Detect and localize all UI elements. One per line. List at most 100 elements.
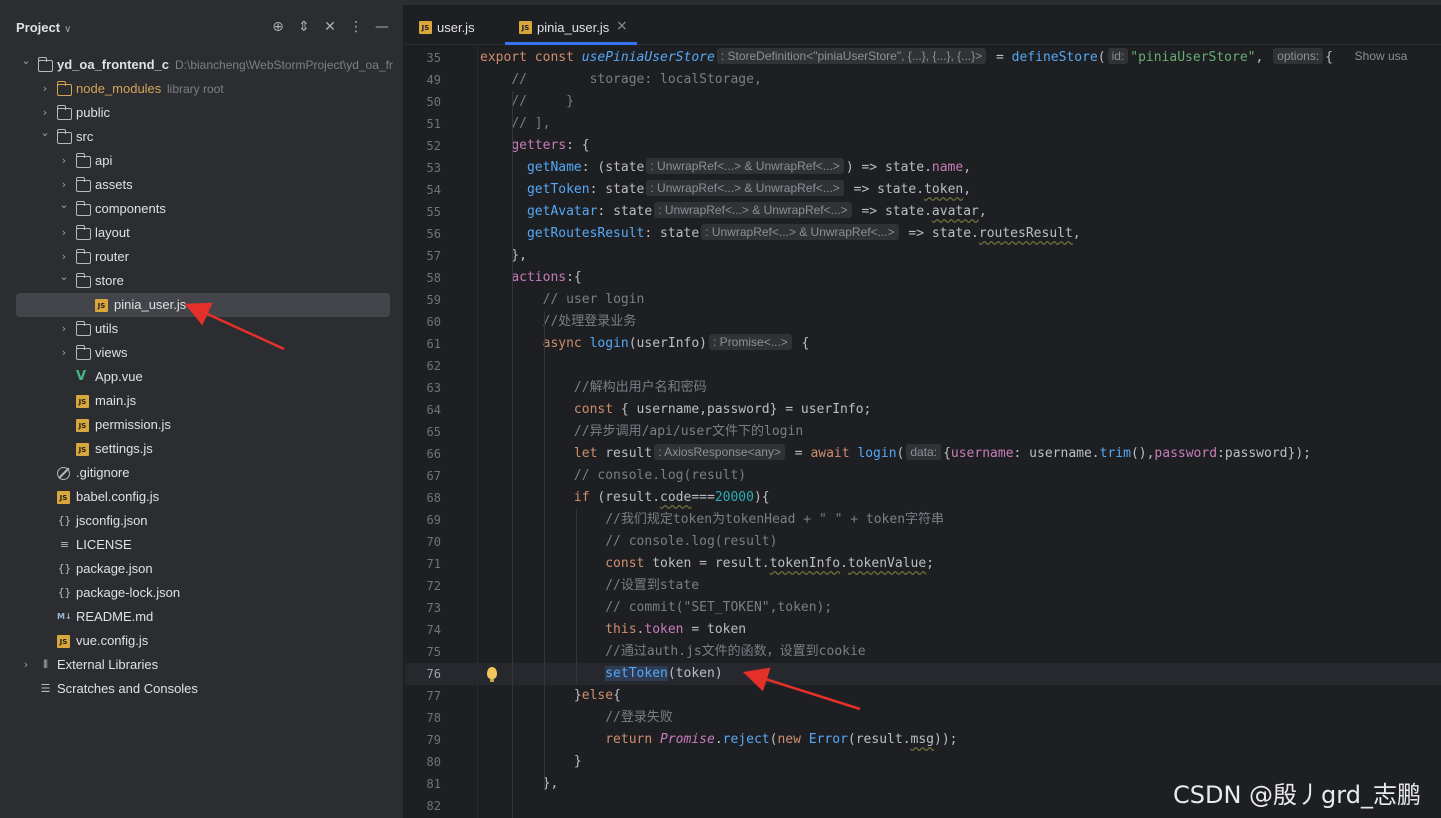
code-line[interactable]: 79 return Promise.reject(new Error(resul… [405,729,1441,751]
code-line[interactable]: 80 } [405,751,1441,773]
code-text: getters: { [511,138,590,153]
tab-user-js[interactable]: JS user.js [417,5,505,45]
code-line[interactable]: 51 // ], [405,113,1441,135]
tree-item[interactable]: › views [0,341,403,365]
code-text: //我们规定token为tokenHead + " " + token字符串 [605,512,945,527]
code-line[interactable]: 61 async login(userInfo): Promise<...> { [405,333,1441,355]
code-line[interactable]: 75 //通过auth.js文件的函数，设置到cookie [405,641,1441,663]
code-line[interactable]: 72 //设置到state [405,575,1441,597]
hide-panel-icon[interactable]: — [373,18,391,36]
tree-item[interactable]: JS settings.js [0,437,403,461]
tree-item[interactable]: JS permission.js [0,413,403,437]
tree-item[interactable]: › utils [0,317,403,341]
line-number: 81 [426,777,441,791]
code-line[interactable]: 64 const { username,password} = userInfo… [405,399,1441,421]
chevron-right-icon[interactable]: › [39,106,51,120]
code-line[interactable]: 50 // } [405,91,1441,113]
tree-item[interactable]: {} jsconfig.json [0,509,403,533]
project-title: Project [16,20,61,35]
folder-icon [56,81,72,96]
code-line[interactable]: 58 actions:{ [405,267,1441,289]
tree-item[interactable]: ⌄ store [0,269,403,293]
tree-item[interactable]: ⌄ src [0,125,403,149]
code-line[interactable]: 35 export const usePiniaUserStore: StoreD… [405,47,1441,69]
chevron-down-icon[interactable]: ⌄ [20,54,32,68]
tree-item-label: api [95,153,113,168]
tree-item[interactable]: › public [0,101,403,125]
close-tab-icon[interactable]: × [616,18,628,34]
code-line[interactable]: 60 //处理登录业务 [405,311,1441,333]
tab-pinia-user-js[interactable]: JS pinia_user.js × [505,5,637,45]
tree-item[interactable]: ≡ LICENSE [0,533,403,557]
code-line[interactable]: 59 // user login [405,289,1441,311]
code-text: }, [480,248,527,263]
chevron-right-icon[interactable]: › [58,178,70,192]
code-line[interactable]: 65 //异步调用/api/user文件下的login [405,421,1441,443]
code-line[interactable]: 67 // console.log(result) [405,465,1441,487]
code-line[interactable]: 62 [405,355,1441,377]
json-file-icon: {} [57,562,72,575]
collapse-all-icon[interactable]: ✕ [321,18,339,36]
expand-collapse-icon[interactable]: ⇕ [295,18,313,36]
chevron-right-icon[interactable]: › [58,346,70,360]
code-line[interactable]: 76 setToken(token) [405,663,1441,685]
chevron-right-icon[interactable]: › [58,226,70,240]
chevron-right-icon[interactable]: › [20,658,32,672]
line-number: 66 [426,447,441,461]
tree-item[interactable]: JS vue.config.js [0,629,403,653]
tree-item[interactable]: JS main.js [0,389,403,413]
code-line[interactable]: 70 // console.log(result) [405,531,1441,553]
tree-item[interactable]: JS pinia_user.js [16,293,390,317]
code-line[interactable]: 69 //我们规定token为tokenHead + " " + token字符… [405,509,1441,531]
code-text: if (result.code===20000){ [573,490,770,505]
tree-item[interactable]: JS babel.config.js [0,485,403,509]
code-line[interactable]: 52 getters: { [405,135,1441,157]
code-text: //解构出用户名和密码 [573,380,707,395]
project-view-selector[interactable]: Project ∨ [16,20,71,35]
chevron-right-icon[interactable]: › [58,154,70,168]
chevron-down-icon[interactable]: ⌄ [39,126,51,140]
code-line[interactable]: 63 //解构出用户名和密码 [405,377,1441,399]
chevron-down-icon[interactable]: ⌄ [58,270,70,284]
tree-item[interactable]: › api [0,149,403,173]
code-line[interactable]: 68 if (result.code===20000){ [405,487,1441,509]
code-line[interactable]: 54 getToken: state: UnwrapRef<...> & Unw… [405,179,1441,201]
code-line[interactable]: 57 }, [405,245,1441,267]
code-line[interactable]: 78 //登录失败 [405,707,1441,729]
chevron-right-icon[interactable]: › [58,322,70,336]
chevron-right-icon[interactable]: › [58,250,70,264]
code-text: }, [480,776,559,791]
code-line[interactable]: 71 const token = result.tokenInfo.tokenV… [405,553,1441,575]
code-line[interactable]: 55 getAvatar: state: UnwrapRef<...> & Un… [405,201,1441,223]
code-line[interactable]: 53 getName: (state: UnwrapRef<...> & Unw… [405,157,1441,179]
code-line[interactable]: 49 // storage: localStorage, [405,69,1441,91]
folder-icon [75,249,91,264]
tree-item[interactable]: {} package-lock.json [0,581,403,605]
code-line[interactable]: 77 }else{ [405,685,1441,707]
tree-item[interactable]: › layout [0,221,403,245]
code-line[interactable]: 66 let result: AxiosResponse<any> = awai… [405,443,1441,465]
locate-icon[interactable]: ⊕ [269,18,287,36]
line-number: 79 [426,733,441,747]
tree-item-label: settings.js [95,441,153,456]
tree-item[interactable]: {} package.json [0,557,403,581]
tree-item[interactable]: M↓ README.md [0,605,403,629]
json-file-icon: {} [57,586,72,599]
tree-item[interactable]: ⌄ yd_oa_frontend_c D:\biancheng\WebStormPr… [0,53,403,77]
tree-item[interactable]: .gitignore [0,461,403,485]
code-line[interactable]: 73 // commit("SET_TOKEN",token); [405,597,1441,619]
tree-item[interactable]: › ⫴ External Libraries [0,653,403,677]
tree-item[interactable]: › node_modules library root [0,77,403,101]
tree-item[interactable]: ⌄ components [0,197,403,221]
chevron-down-icon[interactable]: ⌄ [58,198,70,212]
code-line[interactable]: 56 getRoutesResult: state: UnwrapRef<...… [405,223,1441,245]
chevron-right-icon[interactable]: › [39,82,51,96]
tree-item[interactable]: ☰ Scratches and Consoles [0,677,403,701]
code-line[interactable]: 74 this.token = token [405,619,1441,641]
tree-item-label: Scratches and Consoles [57,681,198,696]
tree-item[interactable]: › assets [0,173,403,197]
tree-item[interactable]: › router [0,245,403,269]
code-text: // user login [542,292,645,307]
tree-item[interactable]: V App.vue [0,365,403,389]
more-options-icon[interactable]: ⋮ [347,18,365,36]
